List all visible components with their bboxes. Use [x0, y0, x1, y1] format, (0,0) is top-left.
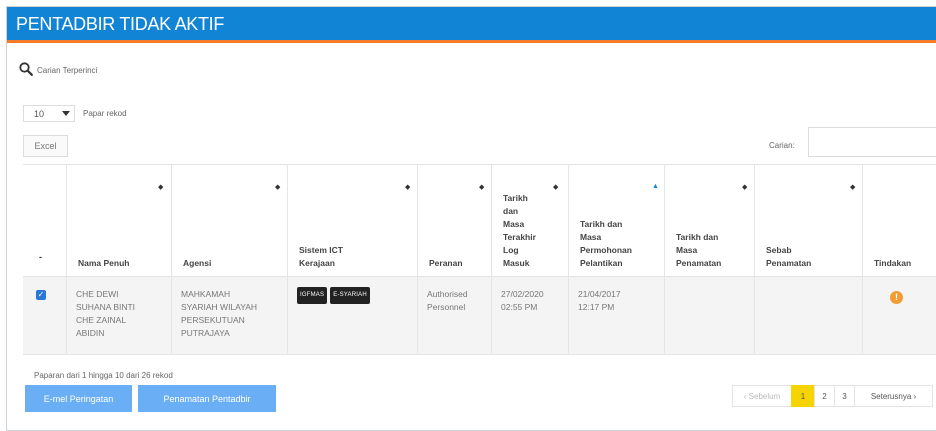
email-reminder-button[interactable]: E-mel Peringatan — [25, 385, 132, 412]
cell-log-masuk: 27/02/2020 02:55 PM — [492, 277, 569, 355]
cell-sistem: IGFMAS E-SYARIAH — [288, 277, 418, 355]
cell-permohonan: 21/04/2017 12:17 PM — [569, 277, 665, 355]
pagination-prev[interactable]: ‹ Sebelum — [732, 385, 792, 407]
search-label: Carian: — [769, 141, 795, 150]
records-per-page-value: 10 — [34, 108, 45, 119]
column-header-select[interactable]: - — [23, 165, 67, 276]
column-header-peranan[interactable]: ◆ Peranan — [418, 165, 492, 276]
pagination: ‹ Sebelum 1 2 3 Seterusnya › — [732, 385, 933, 407]
system-badge: IGFMAS — [297, 287, 328, 304]
panel: PENTADBIR TIDAK AKTIF Carian Terperinci … — [6, 6, 936, 431]
page-title: PENTADBIR TIDAK AKTIF — [16, 14, 225, 34]
records-per-page-label: Papar rekod — [83, 109, 127, 118]
advanced-search-link[interactable]: Carian Terperinci — [19, 62, 97, 78]
cell-tindakan: ! — [863, 277, 936, 355]
alert-action-icon[interactable]: ! — [890, 291, 903, 304]
cell-peranan: Authorised Personnel — [418, 277, 492, 355]
column-header-agensi[interactable]: ◆ Agensi — [172, 165, 288, 276]
sort-icon: ◆ — [742, 184, 748, 191]
header-bar: PENTADBIR TIDAK AKTIF — [7, 7, 936, 43]
cell-sebab — [755, 277, 863, 355]
sort-icon: ◆ — [850, 184, 856, 191]
sort-icon: ◆ — [158, 184, 164, 191]
advanced-search-label: Carian Terperinci — [37, 65, 98, 75]
sort-ascending-icon: ▲ — [652, 183, 659, 190]
column-header-permohonan[interactable]: ▲ Tarikh dan Masa Permohonan Pelantikan — [569, 165, 665, 276]
column-header-nama-penuh[interactable]: ◆ Nama Penuh — [67, 165, 172, 276]
table-info: Paparan dari 1 hingga 10 dari 26 rekod — [34, 371, 173, 380]
pagination-next[interactable]: Seterusnya › — [854, 385, 933, 407]
cell-agensi: MAHKAMAH SYARIAH WILAYAH PERSEKUTUAN PUT… — [172, 277, 288, 355]
column-header-log-masuk[interactable]: ◆ Tarikh dan Masa Terakhir Log Masuk — [492, 165, 569, 276]
search-input[interactable] — [808, 127, 936, 157]
system-badge: E-SYARIAH — [330, 287, 370, 304]
sort-icon: ◆ — [275, 184, 281, 191]
chevron-down-icon — [62, 111, 70, 116]
column-header-penamatan[interactable]: ◆ Tarikh dan Masa Penamatan — [665, 165, 755, 276]
column-header-sistem-ict[interactable]: ◆ Sistem ICT Kerajaan — [288, 165, 418, 276]
table-header: - ◆ Nama Penuh ◆ Agensi ◆ Sistem ICT Ker… — [23, 164, 936, 277]
column-header-tindakan: Tindakan — [874, 258, 912, 268]
terminate-admin-button[interactable]: Penamatan Pentadbir — [138, 385, 276, 412]
cell-penamatan — [665, 277, 755, 355]
pagination-page-2[interactable]: 2 — [814, 385, 835, 407]
excel-button[interactable]: Excel — [23, 135, 68, 157]
row-select-cell: ✓ — [23, 277, 67, 355]
pagination-page-1[interactable]: 1 — [791, 385, 815, 407]
records-per-page-select[interactable]: 10 — [23, 105, 75, 122]
row-checkbox[interactable]: ✓ — [36, 290, 46, 300]
sort-icon: ◆ — [405, 184, 411, 191]
pagination-page-3[interactable]: 3 — [834, 385, 855, 407]
column-header-sebab[interactable]: ◆ Sebab Penamatan — [755, 165, 863, 276]
sort-icon: ◆ — [553, 184, 559, 191]
cell-nama: CHE DEWI SUHANA BINTI CHE ZAINAL ABIDIN — [67, 277, 172, 355]
table-row: ✓ CHE DEWI SUHANA BINTI CHE ZAINAL ABIDI… — [23, 277, 936, 355]
search-icon — [19, 62, 37, 78]
sort-icon: ◆ — [479, 184, 485, 191]
